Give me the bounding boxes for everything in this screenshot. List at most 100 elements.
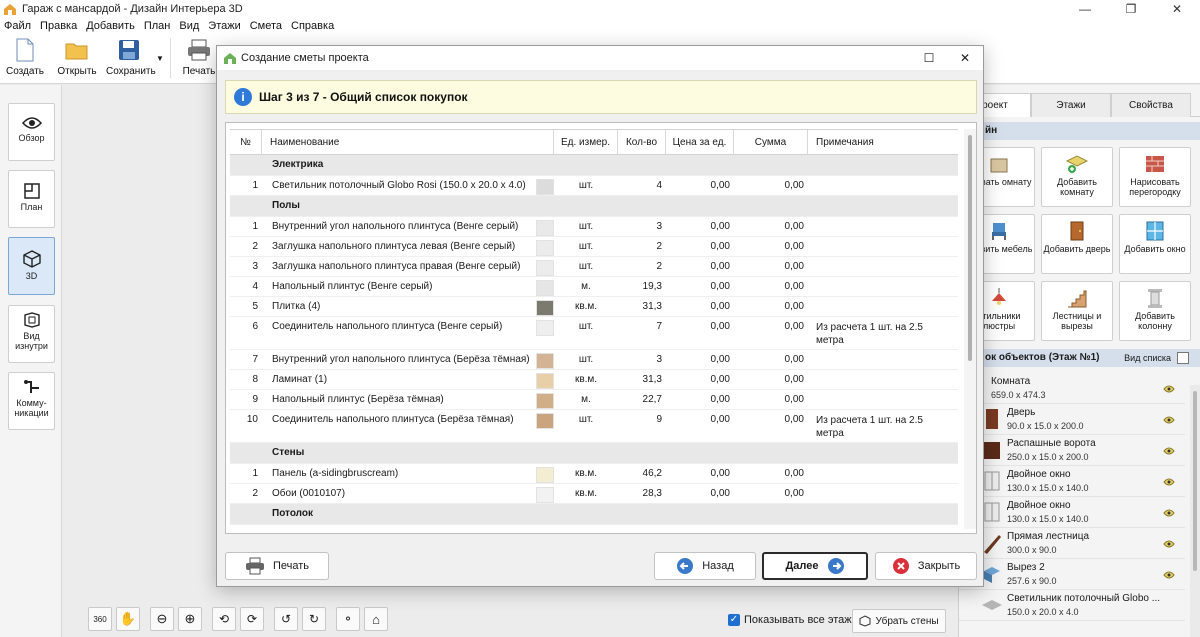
- visibility-eye-icon[interactable]: [1163, 537, 1175, 551]
- category-row: Полы: [230, 196, 958, 217]
- close-icon[interactable]: ✕: [1154, 0, 1200, 18]
- draw-room-icon: [990, 158, 1008, 173]
- table-row[interactable]: 2 Обои (0010107) кв.м. 28,3 0,00 0,00: [230, 484, 958, 504]
- tilt-down-button[interactable]: ↻: [302, 607, 326, 631]
- col-qty[interactable]: Кол-во: [618, 130, 666, 156]
- menu-edit[interactable]: Правка: [40, 20, 77, 32]
- list-view-icon[interactable]: [1177, 352, 1189, 364]
- home-view-button[interactable]: ⌂: [364, 607, 388, 631]
- category-name: Полы: [272, 200, 300, 211]
- table-row[interactable]: 1 Внутренний угол напольного плинтуса (Ве…: [230, 217, 958, 237]
- sidebar-item-overview[interactable]: Обзор: [8, 103, 55, 161]
- list-item[interactable]: Прямая лестница 300.0 x 90.0: [959, 528, 1185, 559]
- save-button[interactable]: Сохранить: [106, 36, 156, 77]
- category-row: Электрика: [230, 155, 958, 176]
- rotate-left-button[interactable]: ⟲: [212, 607, 236, 631]
- next-button[interactable]: Далее: [762, 552, 868, 580]
- stairs-cutouts-button[interactable]: Лестницы и вырезы: [1041, 281, 1113, 341]
- row-price: 0,00: [710, 301, 730, 312]
- menu-floors[interactable]: Этажи: [208, 20, 240, 32]
- print-button[interactable]: Печать: [225, 552, 329, 580]
- visibility-eye-icon[interactable]: [1163, 506, 1175, 520]
- sidebar-item-utilities[interactable]: Комму-никации: [8, 372, 55, 430]
- add-door-button[interactable]: Добавить дверь: [1041, 214, 1113, 274]
- col-name[interactable]: Наименование: [262, 130, 554, 156]
- tab-floors[interactable]: Этажи: [1031, 93, 1111, 117]
- close-button[interactable]: Закрыть: [875, 552, 977, 580]
- remove-walls-label: Убрать стены: [875, 615, 939, 627]
- dialog-maximize-icon[interactable]: ☐: [911, 46, 947, 70]
- draw-partition-button[interactable]: Нарисовать перегородку: [1119, 147, 1191, 207]
- table-row[interactable]: 4 Напольный плинтус (Венге серый) м. 19,3 0,…: [230, 277, 958, 297]
- menu-view[interactable]: Вид: [179, 20, 199, 32]
- save-dropdown-icon[interactable]: ▼: [156, 54, 164, 63]
- col-sum[interactable]: Сумма: [734, 130, 808, 156]
- tilt-up-button[interactable]: ↺: [274, 607, 298, 631]
- sidebar-item-inside-view[interactable]: Вид изнутри: [8, 305, 55, 363]
- table-scrollbar[interactable]: [964, 129, 976, 529]
- stairs-thumb-icon: [984, 535, 1001, 554]
- table-row[interactable]: 2 Заглушка напольного плинтуса левая (Вен…: [230, 237, 958, 257]
- light-button[interactable]: ⚬: [336, 607, 360, 631]
- table-row[interactable]: 9 Напольный плинтус (Берёза тёмная) м. 22,7…: [230, 390, 958, 410]
- open-button[interactable]: Открыть: [54, 36, 100, 77]
- rotate-360-button[interactable]: 360: [88, 607, 112, 631]
- table-row[interactable]: 7 Внутренний угол напольного плинтуса (Бе…: [230, 350, 958, 370]
- tab-properties[interactable]: Свойства: [1111, 93, 1191, 117]
- add-column-button[interactable]: Добавить колонну: [1119, 281, 1191, 341]
- list-item[interactable]: Комната 659.0 x 474.3: [959, 373, 1185, 404]
- cube-icon: [22, 250, 41, 268]
- list-item[interactable]: Двойное окно 130.0 x 15.0 x 140.0: [959, 497, 1185, 528]
- row-qty: 2: [656, 241, 662, 252]
- table-row[interactable]: 10 Соединитель напольного плинтуса (Берёз…: [230, 410, 958, 443]
- row-unit: шт.: [578, 414, 594, 425]
- menu-estimate[interactable]: Смета: [250, 20, 282, 32]
- zoom-out-button[interactable]: ⊖: [150, 607, 174, 631]
- menu-file[interactable]: Файл: [4, 20, 31, 32]
- rotate-right-button[interactable]: ⟳: [240, 607, 264, 631]
- col-notes[interactable]: Примечания: [808, 130, 958, 156]
- maximize-icon[interactable]: ❐: [1108, 0, 1154, 18]
- add-window-button[interactable]: Добавить окно: [1119, 214, 1191, 274]
- table-row[interactable]: 1 Панель (a-sidingbruscream) кв.м. 46,2 0,00…: [230, 464, 958, 484]
- visibility-eye-icon[interactable]: [1163, 568, 1175, 582]
- list-item[interactable]: Вырез 2 257.6 x 90.0: [959, 559, 1185, 590]
- window-icon: [1146, 221, 1164, 241]
- visibility-eye-icon[interactable]: [1163, 382, 1175, 396]
- remove-walls-button[interactable]: Убрать стены: [852, 609, 946, 633]
- dialog-close-icon[interactable]: ✕: [947, 46, 983, 70]
- pan-button[interactable]: ✋: [116, 607, 140, 631]
- col-num[interactable]: №: [230, 130, 262, 156]
- create-button[interactable]: Создать: [2, 36, 48, 77]
- object-list-scrollbar[interactable]: [1190, 385, 1200, 637]
- list-item[interactable]: Двойное окно 130.0 x 15.0 x 140.0: [959, 466, 1185, 497]
- menu-help[interactable]: Справка: [291, 20, 334, 32]
- table-row[interactable]: 1 Светильник потолочный Globo Rosi (150.0…: [230, 176, 958, 196]
- menu-plan[interactable]: План: [144, 20, 171, 32]
- row-qty: 3: [656, 354, 662, 365]
- list-item[interactable]: Распашные ворота 250.0 x 15.0 x 200.0: [959, 435, 1185, 466]
- list-item[interactable]: Светильник потолочный Globo ... 150.0 x …: [959, 590, 1185, 621]
- list-item[interactable]: Дверь 90.0 x 15.0 x 200.0: [959, 404, 1185, 435]
- list-view-toggle[interactable]: Вид списка: [1124, 349, 1171, 367]
- table-row[interactable]: 3 Заглушка напольного плинтуса правая (Ве…: [230, 257, 958, 277]
- row-price: 0,00: [710, 394, 730, 405]
- sidebar-item-3d[interactable]: 3D: [8, 237, 55, 295]
- sidebar-item-plan[interactable]: План: [8, 170, 55, 228]
- tilt-up-icon: ↺: [280, 612, 292, 626]
- back-button[interactable]: Назад: [654, 552, 756, 580]
- menu-add[interactable]: Добавить: [86, 20, 135, 32]
- col-unit[interactable]: Ед. измер.: [554, 130, 618, 156]
- table-row[interactable]: 5 Плитка (4) кв.м. 31,3 0,00 0,00: [230, 297, 958, 317]
- row-price: 0,00: [710, 241, 730, 252]
- minimize-icon[interactable]: —: [1062, 0, 1108, 18]
- show-all-floors-checkbox[interactable]: ✓ Показывать все этажи: [728, 614, 858, 626]
- zoom-in-button[interactable]: ⊕: [178, 607, 202, 631]
- table-row[interactable]: 8 Ламинат (1) кв.м. 31,3 0,00 0,00: [230, 370, 958, 390]
- table-row[interactable]: 6 Соединитель напольного плинтуса (Венге …: [230, 317, 958, 350]
- visibility-eye-icon[interactable]: [1163, 444, 1175, 458]
- add-room-button[interactable]: Добавить комнату: [1041, 147, 1113, 207]
- col-price[interactable]: Цена за ед.: [666, 130, 734, 156]
- visibility-eye-icon[interactable]: [1163, 475, 1175, 489]
- visibility-eye-icon[interactable]: [1163, 413, 1175, 427]
